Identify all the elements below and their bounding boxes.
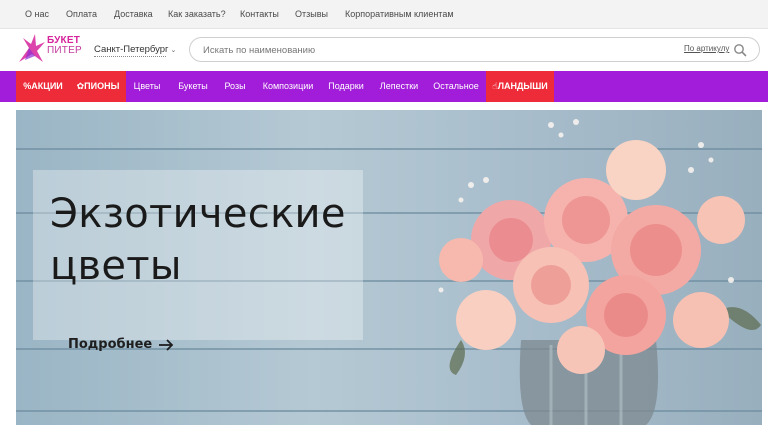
logo-text: БУКЕТ ПИТЕР — [47, 36, 82, 56]
search-icon[interactable] — [733, 43, 747, 57]
site-logo[interactable]: БУКЕТ ПИТЕР — [15, 32, 82, 66]
main-nav: %АКЦИИ ✿ПИОНЫ Цветы Букеты Розы Композиц… — [0, 71, 768, 102]
nav-item-roses[interactable]: Розы — [220, 71, 250, 102]
nav-label-peonies: ПИОНЫ — [84, 81, 120, 91]
nav-label-lily: ЛАНДЫШИ — [497, 81, 548, 91]
nav-item-lily-of-the-valley[interactable]: ☝ЛАНДЫШИ — [486, 71, 554, 102]
link-how-to-order[interactable]: Как заказать? — [168, 9, 226, 19]
nav-label-sales: АКЦИИ — [31, 81, 63, 91]
link-contacts[interactable]: Контакты — [240, 9, 279, 19]
hero-banner[interactable]: Экзотические цветы Подробнее — [16, 110, 762, 425]
banner-headline: Экзотические цветы — [50, 188, 346, 292]
search-by-article-link[interactable]: По артикулу — [684, 44, 729, 53]
city-label: Санкт-Петербург — [94, 44, 169, 55]
arrow-right-icon — [159, 339, 174, 351]
logo-line2: ПИТЕР — [47, 45, 82, 56]
flower-icon: ✿ — [76, 81, 85, 91]
nav-item-peonies[interactable]: ✿ПИОНЫ — [70, 71, 126, 102]
search-box: По артикулу — [189, 37, 760, 62]
link-delivery[interactable]: Доставка — [114, 9, 153, 19]
nav-item-other[interactable]: Остальное — [430, 71, 482, 102]
top-info-bar: О нас Оплата Доставка Как заказать? Конт… — [0, 0, 768, 29]
site-header: БУКЕТ ПИТЕР Санкт-Петербург⌄ По артикулу — [0, 29, 768, 71]
nav-item-gifts[interactable]: Подарки — [324, 71, 368, 102]
logo-mark-icon — [19, 34, 45, 62]
link-corporate[interactable]: Корпоративным клиентам — [345, 9, 454, 19]
link-reviews[interactable]: Отзывы — [295, 9, 328, 19]
nav-item-compositions[interactable]: Композиции — [258, 71, 318, 102]
nav-item-sales[interactable]: %АКЦИИ — [16, 71, 70, 102]
search-input[interactable] — [203, 43, 633, 57]
nav-item-flowers[interactable]: Цветы — [129, 71, 165, 102]
link-about[interactable]: О нас — [25, 9, 49, 19]
city-selector[interactable]: Санкт-Петербург ⌄ — [94, 44, 176, 55]
headline-line1: Экзотические — [50, 191, 346, 237]
headline-line2: цветы — [50, 243, 182, 289]
flower-bouquet-image — [438, 119, 761, 425]
more-button[interactable]: Подробнее — [68, 337, 152, 352]
nav-item-bouquets[interactable]: Букеты — [172, 71, 214, 102]
nav-item-petals[interactable]: Лепестки — [375, 71, 423, 102]
city-underline — [94, 56, 166, 57]
link-payment[interactable]: Оплата — [66, 9, 97, 19]
chevron-down-icon: ⌄ — [170, 47, 177, 54]
